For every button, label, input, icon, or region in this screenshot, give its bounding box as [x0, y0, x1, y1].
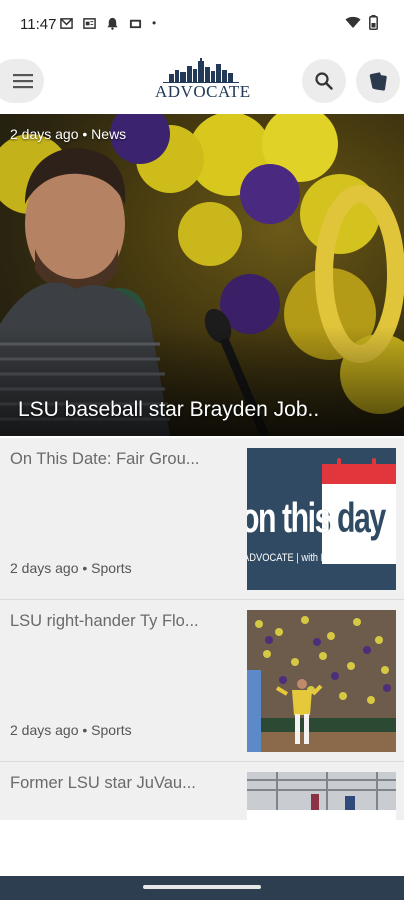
- menu-button[interactable]: [0, 59, 44, 103]
- search-button[interactable]: [302, 59, 346, 103]
- status-system-icons: [345, 15, 378, 30]
- logo-text: ADVOCATE: [155, 82, 251, 101]
- system-nav-bar: [0, 876, 404, 900]
- baseball-photo: [247, 610, 396, 752]
- skyline-graphic: [163, 58, 239, 83]
- thumb-credit: ADVOCATE | with Roy Lang III: [247, 552, 372, 564]
- hamburger-icon: [13, 74, 33, 89]
- status-bar: 11:47 •: [0, 0, 404, 48]
- article-title[interactable]: LSU right-hander Ty Flo...: [10, 612, 238, 631]
- article-title[interactable]: On This Date: Fair Grou...: [10, 450, 238, 469]
- battery-icon: [369, 15, 378, 30]
- gmail-icon: [60, 17, 73, 29]
- app-bar: ADVOCATE: [0, 48, 404, 114]
- article-item[interactable]: Former LSU star JuVau...: [0, 762, 404, 820]
- article-thumbnail: on this day on this day ADVOCATE | with …: [247, 448, 396, 590]
- home-gesture-handle[interactable]: [143, 885, 261, 889]
- article-meta: 2 days ago • Sports: [10, 722, 132, 738]
- article-thumbnail: [247, 610, 396, 752]
- advocate-logo[interactable]: ADVOCATE: [155, 58, 251, 104]
- e-edition-icon: [369, 72, 387, 91]
- article-item[interactable]: LSU right-hander Ty Flo... 2 days ago • …: [0, 600, 404, 762]
- e-edition-button[interactable]: [356, 59, 400, 103]
- article-meta: 2 days ago • Sports: [10, 560, 132, 576]
- cast-icon: [129, 19, 142, 28]
- news-icon: [83, 17, 96, 29]
- search-icon: [315, 72, 333, 90]
- hero-headline[interactable]: LSU baseball star Brayden Job..: [18, 398, 319, 422]
- wifi-icon: [345, 16, 361, 28]
- hero-meta: 2 days ago • News: [10, 126, 127, 142]
- notification-icon: [107, 17, 118, 30]
- article-title[interactable]: Former LSU star JuVau...: [10, 774, 238, 793]
- status-notification-icons: •: [60, 16, 156, 30]
- status-dot: •: [152, 16, 157, 30]
- article-thumbnail: [247, 772, 396, 820]
- article-item[interactable]: On This Date: Fair Grou... 2 days ago • …: [0, 438, 404, 600]
- status-time: 11:47: [20, 16, 57, 33]
- arena-photo: [247, 772, 396, 820]
- hero-article[interactable]: 2 days ago • News LSU baseball star Bray…: [0, 114, 404, 436]
